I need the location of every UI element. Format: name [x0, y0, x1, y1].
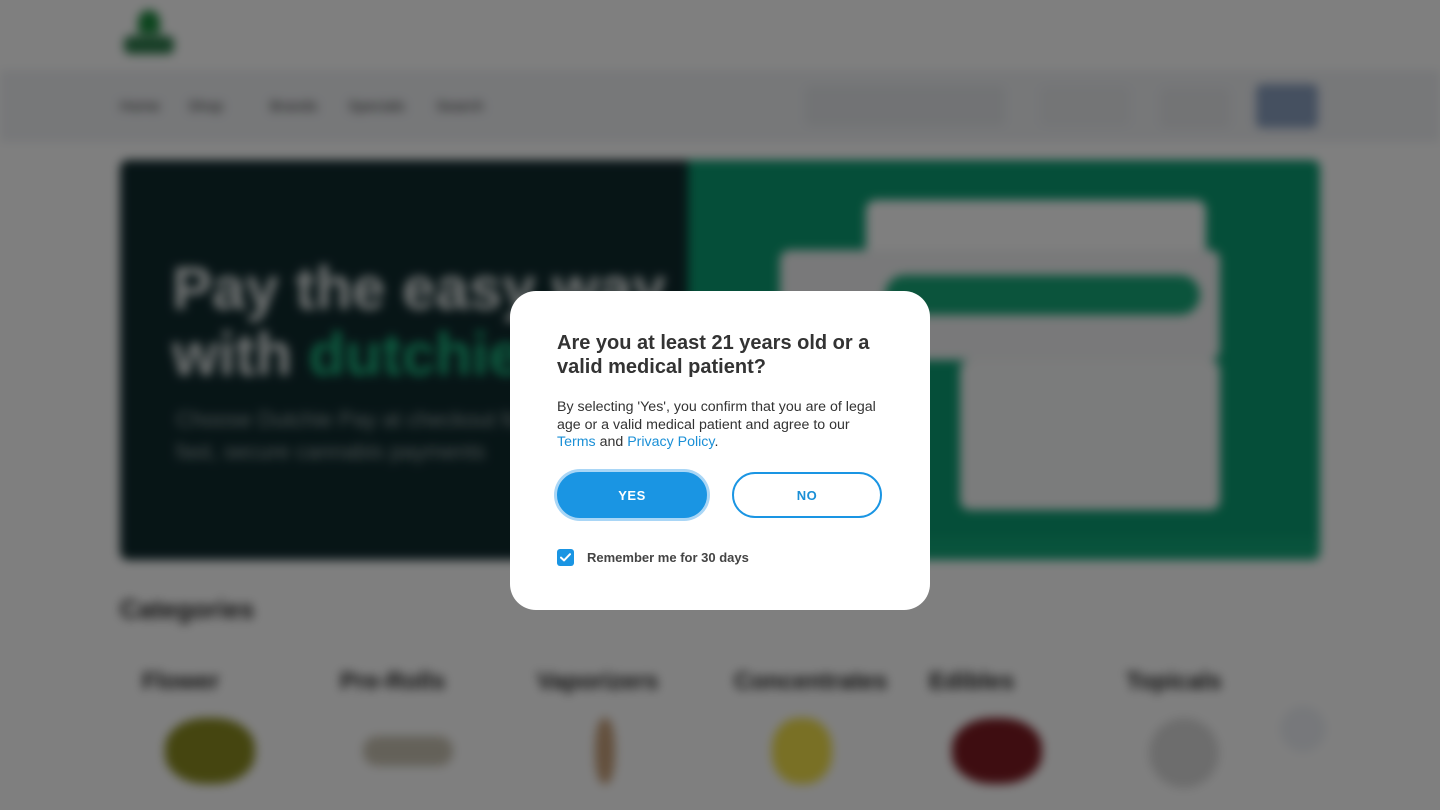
- privacy-policy-link[interactable]: Privacy Policy: [627, 434, 714, 450]
- dialog-body-end: .: [714, 434, 719, 450]
- yes-button[interactable]: YES: [557, 472, 707, 518]
- dialog-body: By selecting 'Yes', you confirm that you…: [557, 399, 887, 452]
- dialog-body-and: and: [595, 434, 628, 450]
- remember-me-row[interactable]: Remember me for 30 days: [557, 548, 749, 566]
- remember-me-checkbox[interactable]: [557, 548, 574, 566]
- dialog-title: Are you at least 21 years old or a valid…: [557, 332, 870, 378]
- remember-me-label: Remember me for 30 days: [587, 549, 749, 565]
- age-verification-dialog: Are you at least 21 years old or a valid…: [510, 291, 930, 610]
- dialog-body-text: By selecting 'Yes', you confirm that you…: [557, 399, 876, 433]
- no-button[interactable]: NO: [732, 472, 882, 518]
- check-icon: [560, 552, 571, 561]
- terms-link[interactable]: Terms: [557, 434, 596, 450]
